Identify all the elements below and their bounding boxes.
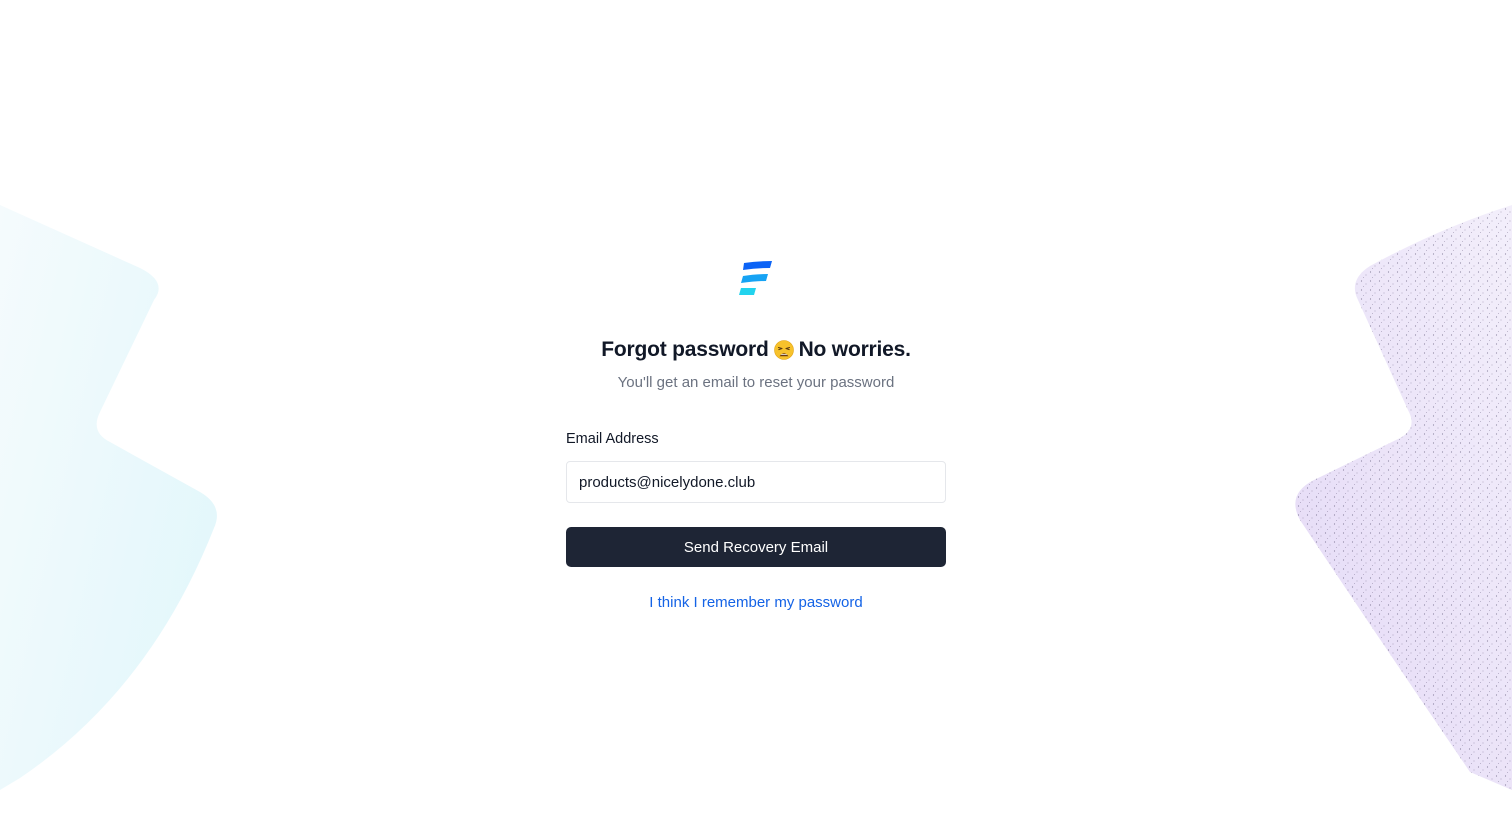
title-text-start: Forgot password [601,338,769,361]
weary-face-emoji-icon [773,340,794,360]
brand-logo-icon [739,261,772,295]
email-label: Email Address [566,431,659,447]
decorative-shape-right [1295,205,1512,790]
page-title: Forgot password No worries. [601,336,911,364]
page-subtitle: You'll get an email to reset your passwo… [617,374,895,391]
decorative-shape-left [0,205,217,790]
forgot-password-page: Forgot password No worries. You'll get a… [0,0,1512,814]
forgot-password-form: Forgot password No worries. You'll get a… [566,258,946,613]
email-field[interactable] [566,461,946,503]
title-text-end: No worries. [798,338,911,361]
send-recovery-email-button[interactable]: Send Recovery Email [566,527,946,567]
remember-password-link[interactable]: I think I remember my password [649,593,862,613]
